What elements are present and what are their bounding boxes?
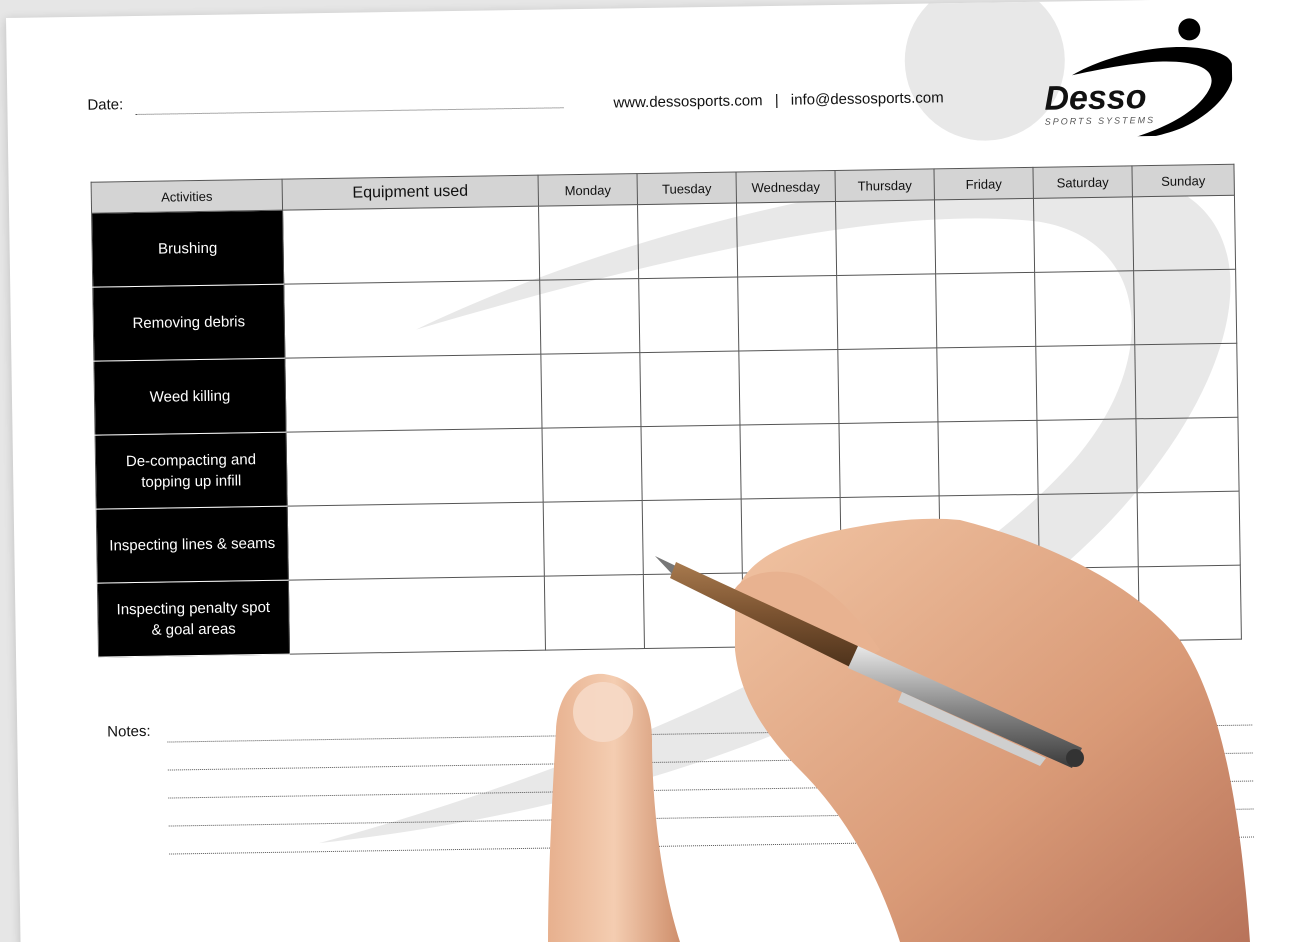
contact-separator: |	[774, 91, 779, 109]
header-tuesday: Tuesday	[637, 172, 737, 205]
header-activities: Activities	[91, 179, 283, 214]
logo-brand-text: Desso	[1044, 78, 1147, 118]
day-cell[interactable]	[1133, 269, 1237, 345]
website-text: www.dessosports.com	[613, 92, 763, 112]
day-cell[interactable]	[835, 199, 936, 276]
day-cell[interactable]	[841, 569, 942, 646]
day-cell[interactable]	[736, 201, 837, 278]
equipment-cell[interactable]	[287, 502, 545, 581]
day-cell[interactable]	[1033, 196, 1134, 273]
activity-removing-debris: Removing debris	[92, 284, 285, 362]
day-cell[interactable]	[935, 272, 1036, 348]
header-friday: Friday	[933, 167, 1034, 200]
day-cell[interactable]	[737, 275, 838, 352]
day-cell[interactable]	[1038, 492, 1139, 569]
day-cell[interactable]	[738, 349, 839, 426]
equipment-cell[interactable]	[284, 354, 543, 433]
notes-label: Notes:	[107, 722, 151, 741]
day-cell[interactable]	[643, 573, 744, 649]
day-cell[interactable]	[837, 347, 938, 424]
day-cell[interactable]	[1036, 418, 1138, 495]
day-cell[interactable]	[741, 497, 842, 574]
day-cell[interactable]	[1135, 417, 1240, 493]
header-monday: Monday	[538, 173, 638, 207]
day-cell[interactable]	[539, 278, 640, 355]
day-cell[interactable]	[939, 494, 1040, 570]
email-text: info@dessosports.com	[790, 89, 944, 109]
form-photo: Date: www.dessosports.com | info@dessosp…	[0, 0, 1300, 942]
day-cell[interactable]	[742, 571, 843, 647]
day-cell[interactable]	[642, 499, 743, 575]
equipment-cell[interactable]	[283, 280, 541, 359]
day-cell[interactable]	[836, 273, 937, 350]
activity-brushing: Brushing	[91, 210, 284, 288]
day-cell[interactable]	[538, 204, 639, 281]
header-equipment-used: Equipment used	[282, 175, 539, 211]
activity-de-compacting: De-compacting and topping up infill	[95, 432, 288, 510]
day-cell[interactable]	[544, 574, 645, 651]
day-cell[interactable]	[638, 277, 739, 353]
activity-inspecting-penalty-spot: Inspecting penalty spot & goal areas	[97, 580, 290, 658]
activity-weed-killing: Weed killing	[93, 358, 287, 436]
form-sheet: Date: www.dessosports.com | info@dessosp…	[6, 0, 1300, 942]
day-cell[interactable]	[937, 420, 1039, 496]
day-cell[interactable]	[639, 351, 740, 427]
header-thursday: Thursday	[834, 168, 935, 202]
day-cell[interactable]	[940, 568, 1041, 644]
day-cell[interactable]	[1039, 566, 1140, 643]
desso-logo: Desso SPORTS SYSTEMS	[1044, 18, 1233, 138]
logo-dot-icon	[1178, 18, 1201, 41]
day-cell[interactable]	[1034, 270, 1135, 347]
maintenance-log-table: Activities Equipment used Monday Tuesday…	[91, 164, 1242, 658]
day-cell[interactable]	[1035, 344, 1136, 421]
date-label: Date:	[87, 96, 124, 114]
equipment-cell[interactable]	[288, 576, 546, 655]
day-cell[interactable]	[1134, 343, 1238, 419]
header-sunday: Sunday	[1131, 164, 1235, 197]
equipment-cell[interactable]	[286, 428, 544, 507]
day-cell[interactable]	[840, 495, 941, 572]
equipment-cell[interactable]	[282, 206, 540, 285]
header-wednesday: Wednesday	[736, 170, 836, 204]
day-cell[interactable]	[1132, 195, 1236, 271]
header-saturday: Saturday	[1032, 165, 1133, 199]
day-cell[interactable]	[640, 425, 742, 501]
activity-inspecting-lines: Inspecting lines & seams	[96, 506, 289, 584]
day-cell[interactable]	[934, 198, 1035, 274]
day-cell[interactable]	[543, 500, 644, 577]
day-cell[interactable]	[637, 203, 738, 279]
day-cell[interactable]	[739, 423, 841, 500]
day-cell[interactable]	[540, 352, 641, 429]
day-cell[interactable]	[1138, 565, 1242, 641]
day-cell[interactable]	[936, 346, 1037, 422]
logo-tagline-text: SPORTS SYSTEMS	[1045, 115, 1156, 127]
day-cell[interactable]	[838, 421, 940, 498]
day-cell[interactable]	[542, 426, 643, 503]
day-cell[interactable]	[1137, 491, 1241, 567]
